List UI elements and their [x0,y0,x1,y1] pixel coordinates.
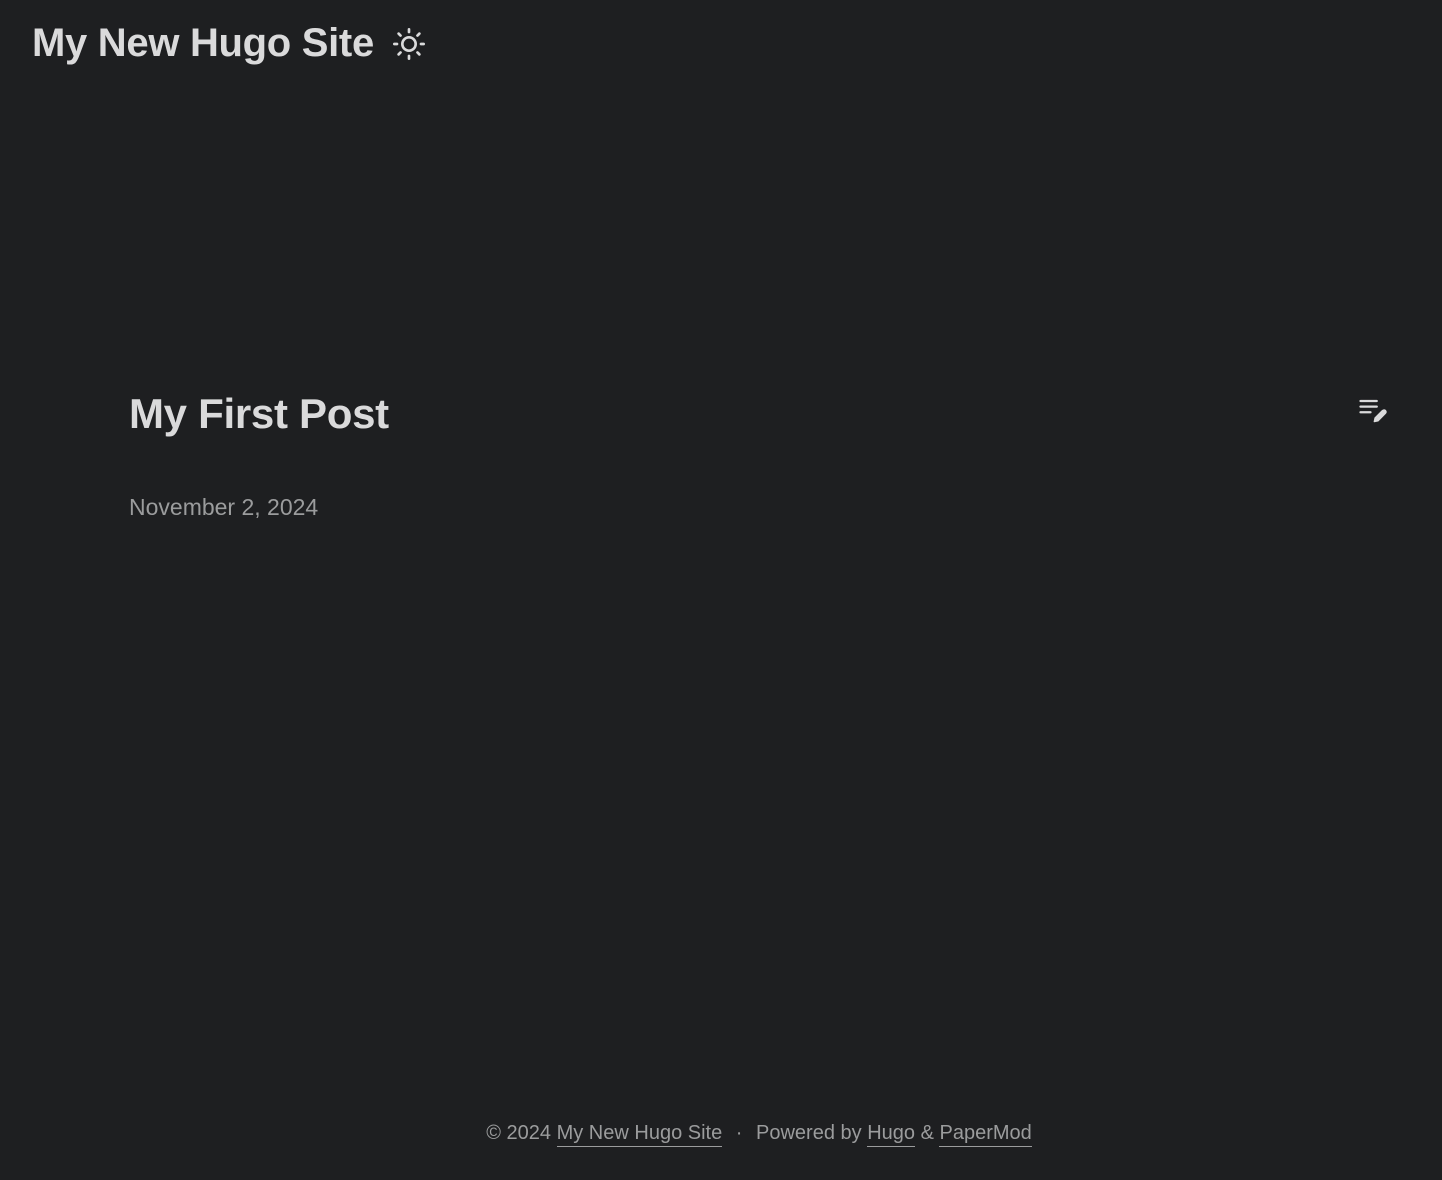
footer-papermod-link[interactable]: PaperMod [939,1122,1032,1147]
footer-ampersand: & [920,1122,934,1144]
post-header: My First Post [129,386,1389,442]
footer-separator: · [735,1122,743,1144]
site-title-link[interactable]: My New Hugo Site [32,21,374,66]
page: My New Hugo Site My First Post November … [0,0,1442,1180]
post-title: My First Post [129,390,389,437]
post: My First Post November 2, 2024 [129,386,1389,521]
site-header: My New Hugo Site [32,16,426,70]
site-footer: © 2024 My New Hugo Site · Powered by Hug… [0,1122,1442,1147]
footer-hugo-link[interactable]: Hugo [867,1122,916,1147]
footer-powered-by: Powered by [756,1122,862,1144]
edit-list-icon [1359,399,1387,423]
edit-post-button[interactable] [1357,394,1389,428]
footer-copyright: © 2024 [486,1122,552,1144]
theme-toggle-button[interactable] [392,27,426,61]
footer-site-link[interactable]: My New Hugo Site [556,1122,723,1147]
post-date: November 2, 2024 [129,494,319,520]
sun-icon [392,28,425,60]
